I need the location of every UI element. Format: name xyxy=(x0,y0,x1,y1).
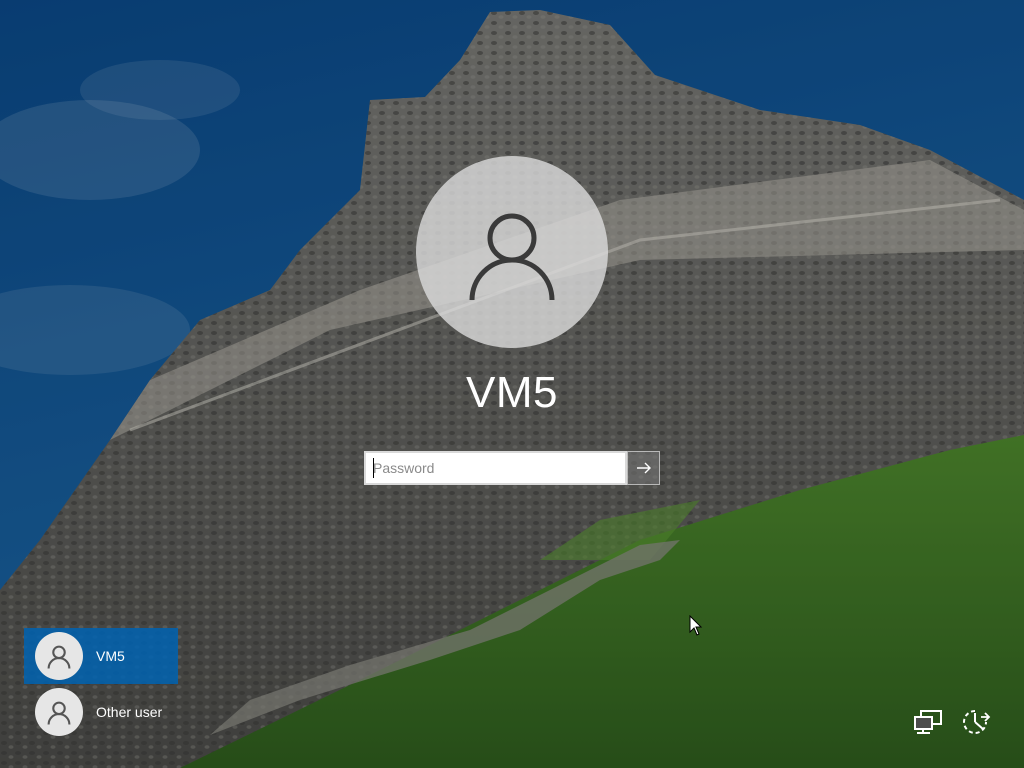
network-icon xyxy=(914,710,942,734)
user-icon xyxy=(47,701,71,725)
user-avatar-small xyxy=(35,632,83,680)
user-avatar-small xyxy=(35,688,83,736)
network-button[interactable] xyxy=(911,705,945,739)
user-icon xyxy=(469,213,555,301)
ease-of-access-icon xyxy=(963,710,991,734)
password-input[interactable] xyxy=(364,451,627,485)
password-field-group xyxy=(364,451,660,485)
user-list-item-vm5[interactable]: VM5 xyxy=(24,628,178,684)
username-title: VM5 xyxy=(466,368,558,417)
mouse-pointer-icon xyxy=(689,615,703,636)
user-avatar xyxy=(416,156,608,348)
user-list-label: Other user xyxy=(96,704,163,720)
arrow-right-icon xyxy=(636,462,651,474)
text-caret xyxy=(373,458,374,478)
user-list-item-other-user[interactable]: Other user xyxy=(24,684,178,740)
submit-button[interactable] xyxy=(627,451,660,485)
lock-screen: VM5 VM5 Other user xyxy=(0,0,1024,768)
user-list-label: VM5 xyxy=(96,648,125,664)
user-icon xyxy=(47,645,71,669)
accessibility-button[interactable] xyxy=(958,705,992,739)
